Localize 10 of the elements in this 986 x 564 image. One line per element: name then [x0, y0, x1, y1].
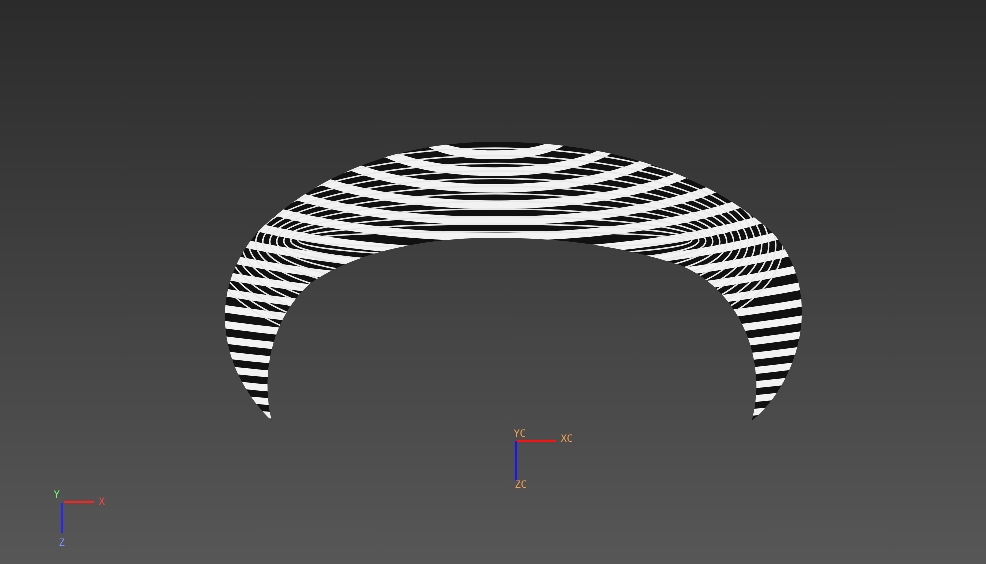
- axis-label: Z: [59, 538, 66, 549]
- axis-label: XC: [561, 434, 574, 445]
- axis-label: ZC: [515, 480, 528, 491]
- axis-label: X: [99, 497, 106, 508]
- x-axis-line: [64, 501, 94, 503]
- z-axis-line: [515, 441, 517, 481]
- axis-label: Y: [54, 490, 60, 501]
- x-axis-line: [516, 440, 556, 442]
- z-axis-line: [61, 503, 63, 533]
- axis-label: YC: [514, 429, 526, 440]
